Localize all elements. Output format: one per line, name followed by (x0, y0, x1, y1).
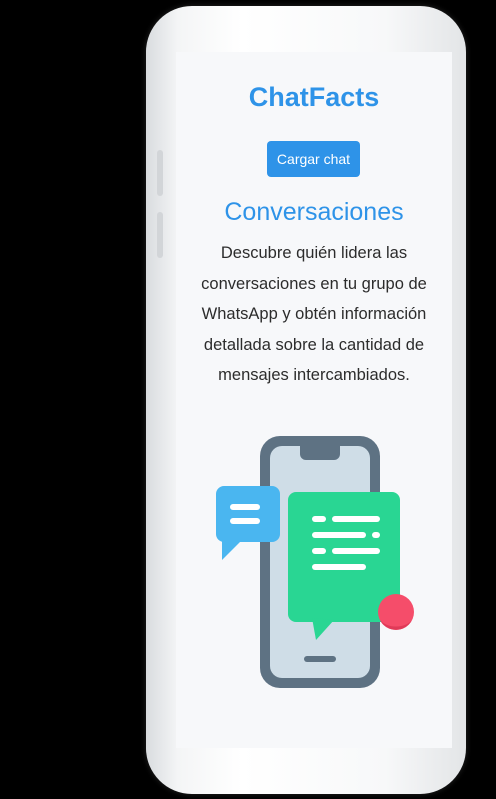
load-chat-button[interactable]: Cargar chat (267, 141, 360, 177)
section-title: Conversaciones (224, 198, 404, 226)
section-description: Descubre quién lidera las conversaciones… (201, 244, 427, 384)
phone-screen: ChatFacts Cargar chat Conversaciones Des… (176, 52, 452, 748)
notification-badge-icon (378, 594, 414, 630)
app-title: ChatFacts (248, 82, 380, 112)
phone-volume-up-button (157, 150, 163, 196)
phone-volume-down-button (157, 212, 163, 258)
chat-phone-illustration (216, 436, 414, 688)
